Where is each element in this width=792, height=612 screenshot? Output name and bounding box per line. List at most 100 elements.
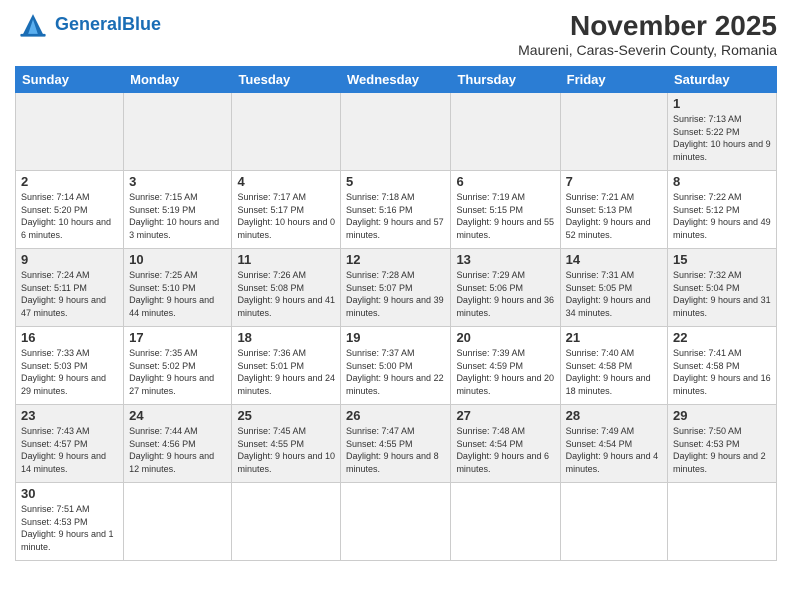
calendar-cell: 23 Sunrise: 7:43 AM Sunset: 4:57 PM Dayli… [16,405,124,483]
calendar-cell: 19Sunrise: 7:37 AM Sunset: 5:00 PM Dayli… [341,327,451,405]
calendar-cell: 6 Sunrise: 7:19 AM Sunset: 5:15 PM Daylig… [451,171,560,249]
day-number: 8 [673,174,771,189]
calendar-cell: 21Sunrise: 7:40 AM Sunset: 4:58 PM Dayli… [560,327,667,405]
calendar-cell: 25Sunrise: 7:45 AM Sunset: 4:55 PM Dayli… [232,405,341,483]
day-number: 14 [566,252,662,267]
day-info: Sunrise: 7:28 AM Sunset: 5:07 PM Dayligh… [346,269,445,319]
day-number: 6 [456,174,554,189]
day-number: 7 [566,174,662,189]
day-number: 20 [456,330,554,345]
calendar-cell [16,93,124,171]
day-number: 9 [21,252,118,267]
day-number: 25 [237,408,335,423]
day-info: Sunrise: 7:48 AM Sunset: 4:54 PM Dayligh… [456,425,554,475]
day-number: 30 [21,486,118,501]
day-number: 19 [346,330,445,345]
calendar-cell [560,93,667,171]
col-saturday: Saturday [668,67,777,93]
logo-general: General [55,14,122,34]
calendar-cell [668,483,777,561]
day-number: 13 [456,252,554,267]
calendar-cell [451,93,560,171]
calendar-cell: 26 Sunrise: 7:47 AM Sunset: 4:55 PM Dayli… [341,405,451,483]
calendar-cell: 16 Sunrise: 7:33 AM Sunset: 5:03 PM Dayli… [16,327,124,405]
month-title: November 2025 [518,10,777,42]
calendar-cell: 24 Sunrise: 7:44 AM Sunset: 4:56 PM Dayli… [124,405,232,483]
day-info: Sunrise: 7:21 AM Sunset: 5:13 PM Dayligh… [566,191,662,241]
day-info: Sunrise: 7:29 AM Sunset: 5:06 PM Dayligh… [456,269,554,319]
calendar-cell: 20Sunrise: 7:39 AM Sunset: 4:59 PM Dayli… [451,327,560,405]
col-tuesday: Tuesday [232,67,341,93]
day-number: 2 [21,174,118,189]
day-number: 23 [21,408,118,423]
calendar-cell: 13 Sunrise: 7:29 AM Sunset: 5:06 PM Dayli… [451,249,560,327]
day-info: Sunrise: 7:32 AM Sunset: 5:04 PM Dayligh… [673,269,771,319]
calendar-cell: 27 Sunrise: 7:48 AM Sunset: 4:54 PM Dayli… [451,405,560,483]
day-info: Sunrise: 7:14 AM Sunset: 5:20 PM Dayligh… [21,191,118,241]
calendar-week-row: 9 Sunrise: 7:24 AM Sunset: 5:11 PM Daylig… [16,249,777,327]
day-number: 21 [566,330,662,345]
calendar-cell [124,483,232,561]
calendar-cell: 22 Sunrise: 7:41 AM Sunset: 4:58 PM Dayli… [668,327,777,405]
title-section: November 2025 Maureni, Caras-Severin Cou… [518,10,777,58]
calendar-cell: 18 Sunrise: 7:36 AM Sunset: 5:01 PM Dayli… [232,327,341,405]
day-number: 26 [346,408,445,423]
day-info: Sunrise: 7:25 AM Sunset: 5:10 PM Dayligh… [129,269,226,319]
calendar-cell: 28Sunrise: 7:49 AM Sunset: 4:54 PM Dayli… [560,405,667,483]
day-number: 1 [673,96,771,111]
calendar-cell: 7 Sunrise: 7:21 AM Sunset: 5:13 PM Daylig… [560,171,667,249]
calendar-cell [232,93,341,171]
day-number: 29 [673,408,771,423]
calendar-cell: 14Sunrise: 7:31 AM Sunset: 5:05 PM Dayli… [560,249,667,327]
day-number: 18 [237,330,335,345]
day-info: Sunrise: 7:41 AM Sunset: 4:58 PM Dayligh… [673,347,771,397]
calendar-cell [341,483,451,561]
calendar-cell [560,483,667,561]
calendar-week-row: 1Sunrise: 7:13 AM Sunset: 5:22 PM Daylig… [16,93,777,171]
day-number: 22 [673,330,771,345]
col-friday: Friday [560,67,667,93]
day-info: Sunrise: 7:19 AM Sunset: 5:15 PM Dayligh… [456,191,554,241]
calendar-cell: 11 Sunrise: 7:26 AM Sunset: 5:08 PM Dayli… [232,249,341,327]
day-info: Sunrise: 7:26 AM Sunset: 5:08 PM Dayligh… [237,269,335,319]
day-number: 4 [237,174,335,189]
calendar-week-row: 23 Sunrise: 7:43 AM Sunset: 4:57 PM Dayli… [16,405,777,483]
calendar-week-row: 16 Sunrise: 7:33 AM Sunset: 5:03 PM Dayli… [16,327,777,405]
calendar-header-row: Sunday Monday Tuesday Wednesday Thursday… [16,67,777,93]
calendar-cell [341,93,451,171]
calendar-cell: 4 Sunrise: 7:17 AM Sunset: 5:17 PM Daylig… [232,171,341,249]
calendar-cell [451,483,560,561]
calendar-cell: 12Sunrise: 7:28 AM Sunset: 5:07 PM Dayli… [341,249,451,327]
day-info: Sunrise: 7:51 AM Sunset: 4:53 PM Dayligh… [21,503,118,553]
day-info: Sunrise: 7:47 AM Sunset: 4:55 PM Dayligh… [346,425,445,475]
day-number: 11 [237,252,335,267]
generalblue-logo-icon [15,10,51,38]
logo-blue: Blue [122,14,161,34]
day-number: 3 [129,174,226,189]
day-info: Sunrise: 7:24 AM Sunset: 5:11 PM Dayligh… [21,269,118,319]
day-info: Sunrise: 7:36 AM Sunset: 5:01 PM Dayligh… [237,347,335,397]
day-info: Sunrise: 7:15 AM Sunset: 5:19 PM Dayligh… [129,191,226,241]
day-info: Sunrise: 7:44 AM Sunset: 4:56 PM Dayligh… [129,425,226,475]
day-number: 24 [129,408,226,423]
calendar-cell: 1Sunrise: 7:13 AM Sunset: 5:22 PM Daylig… [668,93,777,171]
logo-text: GeneralBlue [55,15,161,33]
header: GeneralBlue November 2025 Maureni, Caras… [15,10,777,58]
calendar-cell: 2 Sunrise: 7:14 AM Sunset: 5:20 PM Daylig… [16,171,124,249]
day-number: 5 [346,174,445,189]
day-info: Sunrise: 7:22 AM Sunset: 5:12 PM Dayligh… [673,191,771,241]
day-number: 15 [673,252,771,267]
calendar-week-row: 2 Sunrise: 7:14 AM Sunset: 5:20 PM Daylig… [16,171,777,249]
calendar-cell [124,93,232,171]
day-info: Sunrise: 7:50 AM Sunset: 4:53 PM Dayligh… [673,425,771,475]
day-info: Sunrise: 7:33 AM Sunset: 5:03 PM Dayligh… [21,347,118,397]
calendar-cell: 15 Sunrise: 7:32 AM Sunset: 5:04 PM Dayli… [668,249,777,327]
col-thursday: Thursday [451,67,560,93]
day-number: 27 [456,408,554,423]
day-number: 16 [21,330,118,345]
col-wednesday: Wednesday [341,67,451,93]
day-info: Sunrise: 7:17 AM Sunset: 5:17 PM Dayligh… [237,191,335,241]
location: Maureni, Caras-Severin County, Romania [518,42,777,58]
day-info: Sunrise: 7:43 AM Sunset: 4:57 PM Dayligh… [21,425,118,475]
calendar-cell [232,483,341,561]
